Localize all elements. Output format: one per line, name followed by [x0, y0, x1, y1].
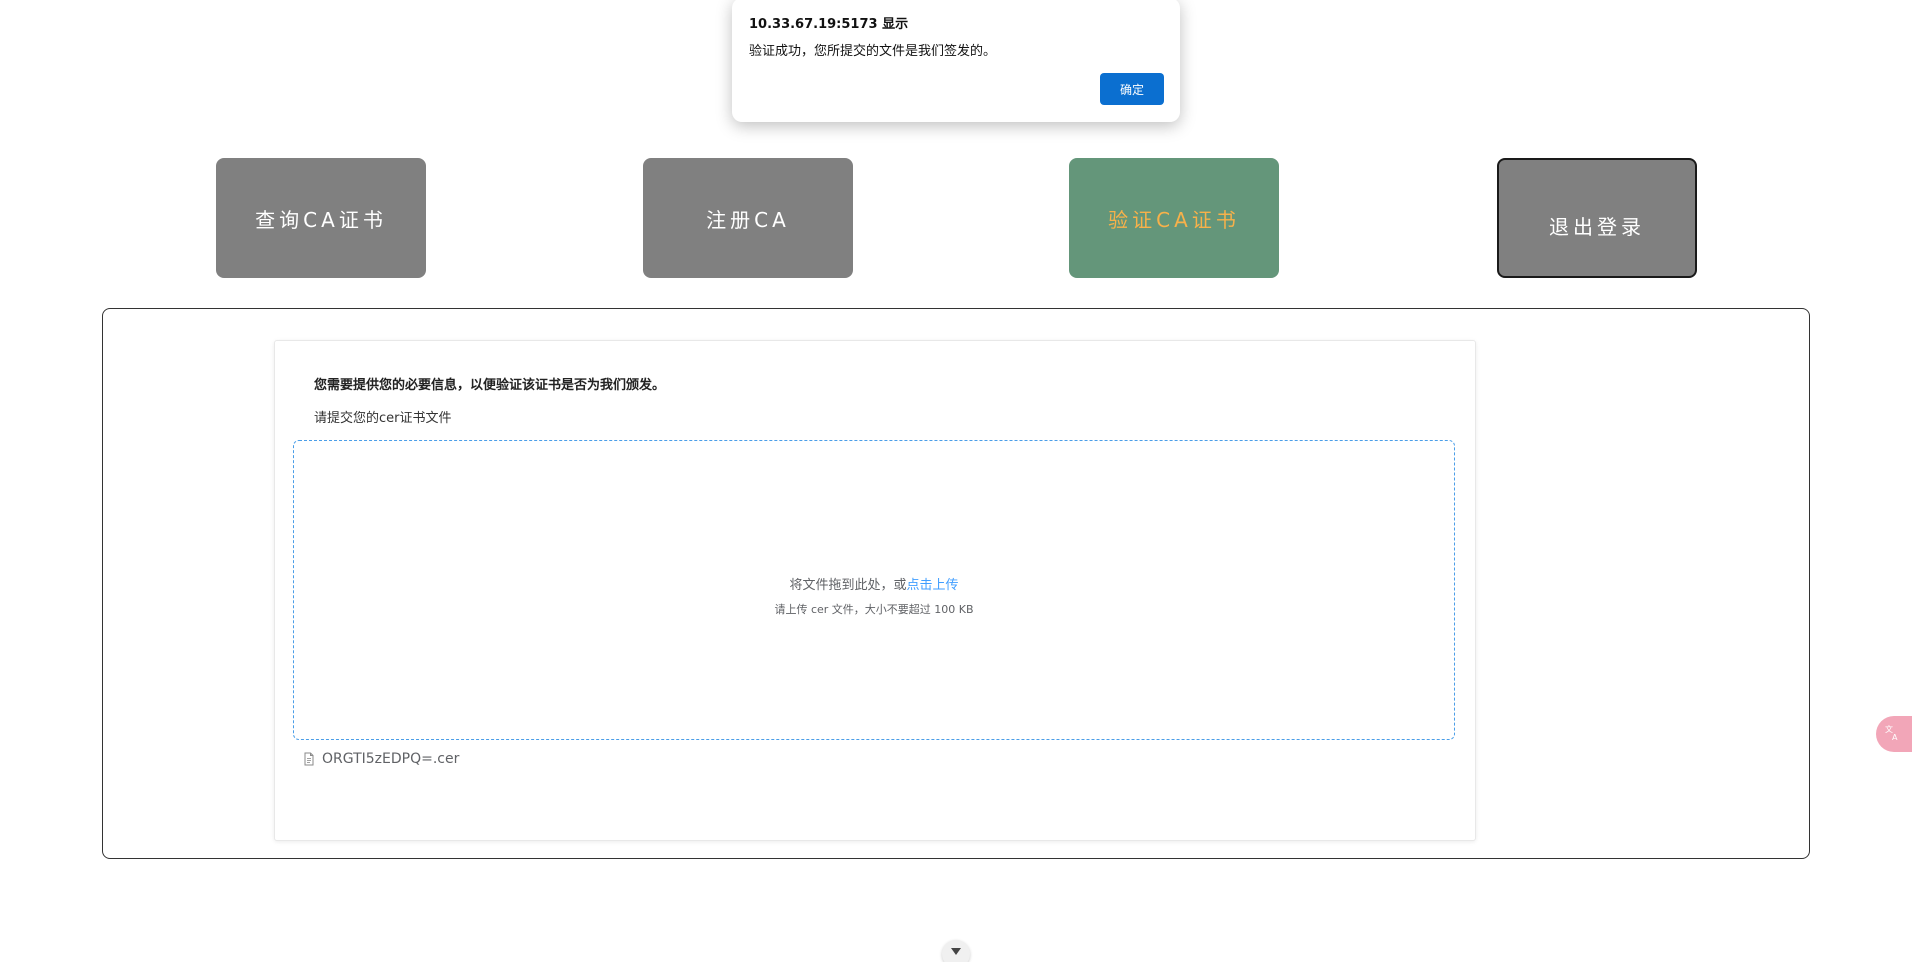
query-ca-label: 查询CA证书	[255, 207, 387, 232]
uploaded-file-item[interactable]: ORGTI5zEDPQ=.cer	[302, 751, 459, 767]
logout-label: 退出登录	[1549, 214, 1645, 239]
alert-dialog: 10.33.67.19:5173 显示 验证成功，您所提交的文件是我们签发的。 …	[732, 0, 1180, 122]
query-ca-button[interactable]: 查询CA证书	[216, 158, 426, 278]
verify-ca-label: 验证CA证书	[1108, 207, 1240, 232]
verify-ca-button[interactable]: 验证CA证书	[1069, 158, 1279, 278]
drop-text: 将文件拖到此处，或	[789, 578, 907, 593]
dialog-title: 10.33.67.19:5173 显示	[749, 17, 909, 32]
chevron-down-icon	[950, 946, 962, 962]
scroll-down-button[interactable]	[942, 940, 970, 962]
card-subtitle: 请提交您的cer证书文件	[314, 411, 452, 426]
translate-widget[interactable]: 文 A	[1876, 716, 1912, 752]
register-ca-button[interactable]: 注册CA	[643, 158, 853, 278]
document-icon	[302, 752, 316, 766]
uploaded-file-name: ORGTI5zEDPQ=.cer	[322, 751, 460, 767]
drop-instruction: 将文件拖到此处，或点击上传	[294, 574, 1454, 593]
card-title: 您需要提供您的必要信息，以便验证该证书是否为我们颁发。	[314, 378, 666, 393]
dialog-message: 验证成功，您所提交的文件是我们签发的。	[749, 44, 997, 59]
register-ca-label: 注册CA	[706, 207, 790, 232]
svg-text:A: A	[1892, 733, 1898, 742]
logout-button[interactable]: 退出登录	[1497, 158, 1697, 278]
upload-dropzone[interactable]: 将文件拖到此处，或点击上传 请上传 cer 文件，大小不要超过 100 KB	[293, 440, 1455, 740]
upload-tip: 请上传 cer 文件，大小不要超过 100 KB	[774, 603, 974, 616]
dialog-ok-button[interactable]: 确定	[1100, 73, 1164, 105]
translate-icon: 文 A	[1885, 724, 1903, 745]
click-upload-link[interactable]: 点击上传	[907, 578, 959, 593]
